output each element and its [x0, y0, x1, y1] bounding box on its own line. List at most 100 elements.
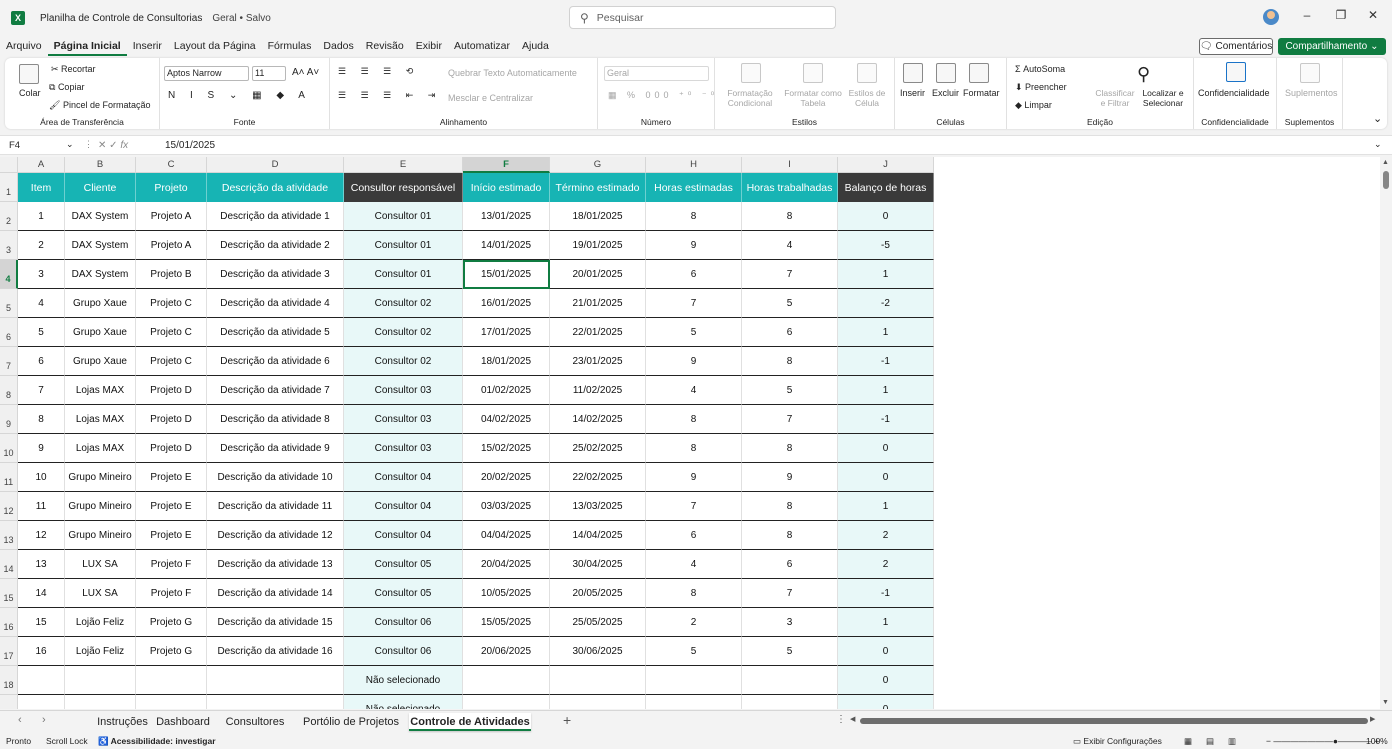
table-header-cell[interactable]: Projeto — [136, 173, 207, 202]
table-cell[interactable]: 0 — [838, 695, 934, 709]
column-header-E[interactable]: E — [344, 157, 463, 173]
cell-styles-button[interactable]: Estilos de Célula — [847, 88, 887, 108]
table-cell[interactable]: -1 — [838, 347, 934, 376]
table-cell[interactable]: Projeto C — [136, 289, 207, 318]
table-cell[interactable]: Lojão Feliz — [65, 608, 136, 637]
scroll-right-icon[interactable]: ▶ — [1370, 715, 1375, 723]
close-icon[interactable]: ✕ — [1363, 8, 1383, 26]
table-cell[interactable]: 6 — [742, 550, 838, 579]
table-cell[interactable]: 3 — [18, 260, 65, 289]
table-header-cell[interactable]: Balanço de horas — [838, 173, 934, 202]
table-cell[interactable]: 14/04/2025 — [550, 521, 646, 550]
table-cell[interactable]: 6 — [18, 347, 65, 376]
table-cell[interactable]: 8 — [646, 202, 742, 231]
table-cell[interactable]: 5 — [646, 637, 742, 666]
table-cell[interactable]: 2 — [838, 521, 934, 550]
table-cell[interactable]: 03/03/2025 — [463, 492, 550, 521]
menu-tab-3[interactable]: Layout da Página — [168, 38, 262, 56]
horizontal-scrollbar[interactable]: ◀ ▶ — [850, 715, 1378, 725]
column-header-H[interactable]: H — [646, 157, 742, 173]
scroll-down-icon[interactable]: ▼ — [1382, 699, 1389, 706]
conditional-format-button[interactable]: Formatação Condicional — [719, 88, 781, 108]
table-cell[interactable]: Consultor 03 — [344, 434, 463, 463]
row-header[interactable]: 18 — [0, 666, 18, 695]
row-header[interactable]: 2 — [0, 202, 18, 231]
table-cell[interactable]: 16/01/2025 — [463, 289, 550, 318]
zoom-slider[interactable]: − ———————●———— + — [1266, 736, 1379, 746]
table-cell[interactable]: 17/01/2025 — [463, 318, 550, 347]
table-cell[interactable]: Descrição da atividade 15 — [207, 608, 344, 637]
table-cell[interactable]: 1 — [838, 608, 934, 637]
table-cell[interactable] — [207, 666, 344, 695]
menu-tab-6[interactable]: Revisão — [360, 38, 410, 56]
view-mode-icons[interactable]: ▦▤▥ — [1184, 736, 1250, 747]
table-cell[interactable]: 2 — [838, 550, 934, 579]
font-style-buttons[interactable]: N I S ⌄ ▦ ◆ A — [168, 90, 311, 101]
table-cell[interactable]: Descrição da atividade 1 — [207, 202, 344, 231]
table-cell[interactable]: Grupo Mineiro — [65, 521, 136, 550]
table-cell[interactable]: Descrição da atividade 2 — [207, 231, 344, 260]
table-cell[interactable]: 20/04/2025 — [463, 550, 550, 579]
table-cell[interactable]: 11 — [18, 492, 65, 521]
table-cell[interactable]: 1 — [838, 318, 934, 347]
number-format-select[interactable]: Geral — [604, 66, 709, 81]
paste-button[interactable]: Colar — [19, 88, 41, 98]
column-header-F[interactable]: F — [463, 157, 550, 173]
table-cell[interactable]: -1 — [838, 579, 934, 608]
table-cell[interactable]: Não selecionado — [344, 695, 463, 709]
horizontal-scroll-thumb[interactable] — [860, 718, 1368, 724]
table-cell[interactable]: Projeto F — [136, 579, 207, 608]
find-select-button[interactable]: Localizar e Selecionar — [1137, 88, 1189, 108]
table-cell[interactable]: 13 — [18, 550, 65, 579]
sheet-tab-3[interactable]: Portólio de Projetos — [297, 713, 405, 731]
table-cell[interactable]: 0 — [838, 463, 934, 492]
table-cell[interactable]: Projeto G — [136, 608, 207, 637]
table-cell[interactable]: Descrição da atividade 4 — [207, 289, 344, 318]
select-all-corner[interactable] — [0, 157, 18, 173]
table-cell[interactable]: 2 — [646, 608, 742, 637]
table-cell[interactable]: Projeto G — [136, 637, 207, 666]
collapse-ribbon-icon[interactable]: ⌄ — [1373, 112, 1382, 125]
table-cell[interactable]: 8 — [742, 492, 838, 521]
table-cell[interactable]: Grupo Mineiro — [65, 463, 136, 492]
table-cell[interactable]: Descrição da atividade 5 — [207, 318, 344, 347]
table-cell[interactable]: 2 — [18, 231, 65, 260]
table-cell[interactable]: 9 — [646, 347, 742, 376]
sensitivity-button[interactable]: Confidencialidade — [1198, 88, 1270, 98]
table-cell[interactable]: 11/02/2025 — [550, 376, 646, 405]
table-cell[interactable]: Lojas MAX — [65, 376, 136, 405]
addins-button[interactable]: Suplementos — [1285, 88, 1338, 98]
document-title[interactable]: Planilha de Controle de Consultorias — [40, 13, 202, 24]
table-cell[interactable]: 15/01/2025 — [463, 260, 550, 289]
table-cell[interactable]: Consultor 06 — [344, 608, 463, 637]
table-cell[interactable]: Descrição da atividade 3 — [207, 260, 344, 289]
table-cell[interactable]: 9 — [646, 463, 742, 492]
menu-tab-0[interactable]: Arquivo — [0, 38, 48, 56]
table-cell[interactable]: 20/01/2025 — [550, 260, 646, 289]
table-cell[interactable]: 9 — [18, 434, 65, 463]
table-cell[interactable]: Consultor 06 — [344, 637, 463, 666]
row-header[interactable]: 4 — [0, 260, 18, 289]
table-header-cell[interactable]: Horas trabalhadas — [742, 173, 838, 202]
row-header[interactable]: 9 — [0, 405, 18, 434]
table-cell[interactable]: Descrição da atividade 11 — [207, 492, 344, 521]
table-cell[interactable]: 13/03/2025 — [550, 492, 646, 521]
table-cell[interactable]: 5 — [646, 318, 742, 347]
restore-icon[interactable]: ❐ — [1331, 8, 1351, 26]
table-cell[interactable]: Descrição da atividade 9 — [207, 434, 344, 463]
table-cell[interactable]: 0 — [838, 637, 934, 666]
table-cell[interactable]: 14/01/2025 — [463, 231, 550, 260]
row-header[interactable]: 13 — [0, 521, 18, 550]
table-cell[interactable]: 4 — [646, 376, 742, 405]
align-horizontal-icons[interactable]: ☰ ☰ ☰ ⇤ ⇥ — [338, 90, 441, 101]
menu-tab-9[interactable]: Ajuda — [516, 38, 555, 56]
table-cell[interactable]: 8 — [646, 579, 742, 608]
table-cell[interactable]: 6 — [646, 260, 742, 289]
table-cell[interactable] — [463, 666, 550, 695]
table-cell[interactable]: Descrição da atividade 12 — [207, 521, 344, 550]
menu-tab-4[interactable]: Fórmulas — [262, 38, 318, 56]
fill-button[interactable]: ⬇ Preencher — [1015, 82, 1067, 93]
table-cell[interactable]: 5 — [742, 376, 838, 405]
sheet-tab-1[interactable]: Dashboard — [151, 713, 215, 731]
table-cell[interactable]: 8 — [742, 347, 838, 376]
